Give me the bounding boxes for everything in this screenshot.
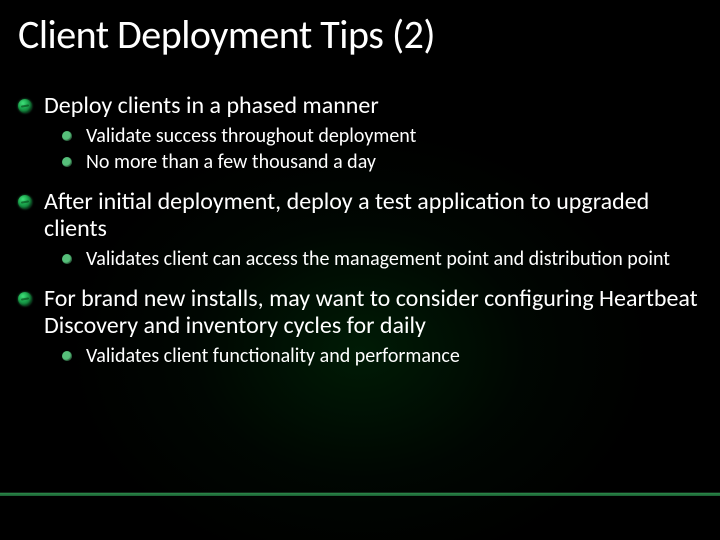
sub-bullet-text: Validates client functionality and perfo… [86,344,702,368]
bullet-level1: For brand new installs, may want to cons… [18,285,702,340]
sphere-bullet-icon [18,99,32,113]
sub-list: Validate success throughout deployment N… [62,124,702,174]
bullet-text: After initial deployment, deploy a test … [44,188,702,243]
sub-bullet-text: Validate success throughout deployment [86,124,702,148]
sub-bullet-text: No more than a few thousand a day [86,150,702,174]
dot-bullet-icon [62,131,72,141]
bullet-level2: No more than a few thousand a day [62,150,702,174]
bullet-level2: Validates client can access the manageme… [62,247,702,271]
footer-accent-bar [0,493,720,496]
dot-bullet-icon [62,254,72,264]
sphere-bullet-icon [18,292,32,306]
bullet-level1: After initial deployment, deploy a test … [18,188,702,243]
bullet-level2: Validates client functionality and perfo… [62,344,702,368]
slide: Client Deployment Tips (2) Deploy client… [0,0,720,540]
bullet-text: For brand new installs, may want to cons… [44,285,702,340]
sub-list: Validates client can access the manageme… [62,247,702,271]
sub-list: Validates client functionality and perfo… [62,344,702,368]
bullet-text: Deploy clients in a phased manner [44,92,702,120]
bullet-level1: Deploy clients in a phased manner [18,92,702,120]
dot-bullet-icon [62,351,72,361]
sphere-bullet-icon [18,195,32,209]
slide-body: Deploy clients in a phased manner Valida… [18,92,702,382]
sub-bullet-text: Validates client can access the manageme… [86,247,702,271]
dot-bullet-icon [62,157,72,167]
slide-title: Client Deployment Tips (2) [18,10,435,59]
bullet-level2: Validate success throughout deployment [62,124,702,148]
